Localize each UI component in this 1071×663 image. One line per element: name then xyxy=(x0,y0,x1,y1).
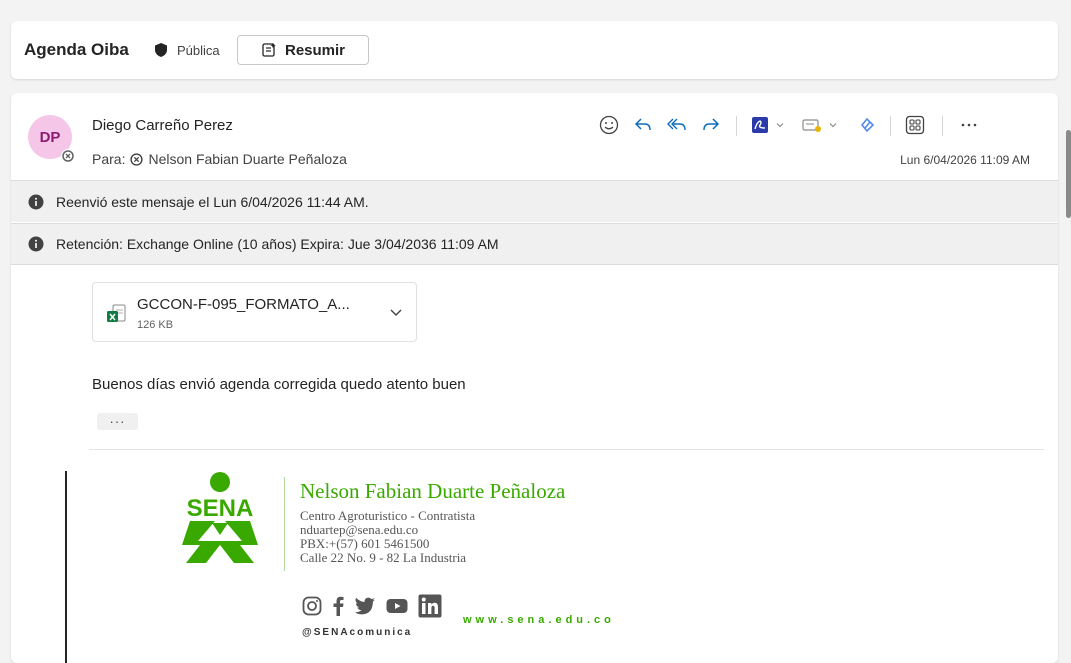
pdf-icon[interactable] xyxy=(748,110,788,140)
apps-icon[interactable] xyxy=(900,110,930,140)
message-date: Lun 6/04/2026 11:09 AM xyxy=(900,153,1030,167)
reply-all-icon[interactable] xyxy=(664,110,690,140)
signature-phone: PBX:+(57) 601 5461500 xyxy=(300,536,430,551)
subject-header: Agenda Oiba Pública Resumir xyxy=(11,21,1058,79)
more-icon[interactable] xyxy=(952,110,986,140)
quote-bar xyxy=(65,471,67,663)
signature-address: Calle 22 No. 9 - 82 La Industria xyxy=(300,550,467,565)
signature-role: Centro Agroturistico - Contratista xyxy=(300,508,476,523)
facebook-icon[interactable] xyxy=(332,596,344,616)
forwarded-banner: Reenvió este mensaje el Lun 6/04/2026 11… xyxy=(11,180,1058,222)
show-more-label: ··· xyxy=(109,414,126,429)
sender-name[interactable]: Diego Carreño Perez xyxy=(92,117,233,134)
to-prefix: Para: xyxy=(92,151,126,167)
summarize-icon xyxy=(262,43,276,57)
forwarded-text: Reenvió este mensaje el Lun 6/04/2026 11… xyxy=(56,193,369,210)
message-body: Buenos días envió agenda corregida quedo… xyxy=(92,376,466,393)
recipients-line: Para: Nelson Fabian Duarte Peñaloza xyxy=(92,151,347,167)
signature-website[interactable]: www.sena.edu.co xyxy=(463,614,615,626)
forward-icon[interactable] xyxy=(698,110,724,140)
youtube-icon[interactable] xyxy=(386,598,408,614)
subject-title: Agenda Oiba xyxy=(24,40,129,59)
divider xyxy=(89,449,1044,450)
social-icons xyxy=(302,594,442,618)
show-more-button[interactable]: ··· xyxy=(97,413,138,430)
info-icon xyxy=(28,236,44,252)
shield-icon xyxy=(155,43,167,57)
reply-icon[interactable] xyxy=(630,110,656,140)
summarize-button[interactable]: Resumir xyxy=(237,35,369,65)
toolbar-separator xyxy=(736,116,737,136)
retention-text: Retención: Exchange Online (10 años) Exp… xyxy=(56,236,499,252)
sena-logo: SENA xyxy=(182,472,258,563)
signature-email[interactable]: nduartep@sena.edu.co xyxy=(300,523,418,537)
loop-icon[interactable] xyxy=(854,110,880,140)
categorize-icon[interactable] xyxy=(798,110,842,140)
message-toolbar xyxy=(596,110,1046,140)
signature-separator xyxy=(284,477,285,571)
recipient-name[interactable]: Nelson Fabian Duarte Peñaloza xyxy=(148,151,346,167)
retention-banner: Retención: Exchange Online (10 años) Exp… xyxy=(11,223,1058,265)
avatar-initials: DP xyxy=(39,128,61,146)
summarize-label: Resumir xyxy=(284,41,346,59)
sensitivity-label[interactable]: Pública xyxy=(177,43,220,58)
linkedin-icon[interactable] xyxy=(418,594,442,618)
signature-handle: @SENAcomunica xyxy=(302,627,413,638)
recipient-status-icon xyxy=(130,152,144,166)
scrollbar-thumb[interactable] xyxy=(1066,130,1071,218)
presence-status-icon xyxy=(61,149,75,163)
toolbar-separator xyxy=(890,116,891,136)
sena-logo-text: SENA xyxy=(187,495,254,522)
info-icon xyxy=(28,194,44,209)
signature-name: Nelson Fabian Duarte Peñaloza xyxy=(300,479,566,503)
excel-file-icon xyxy=(107,304,126,322)
attachment-card[interactable]: GCCON-F-095_FORMATO_A... 126 KB xyxy=(92,282,417,342)
instagram-icon[interactable] xyxy=(302,596,322,616)
toolbar-separator xyxy=(942,116,943,136)
attachment-size: 126 KB xyxy=(137,319,174,331)
top-shade xyxy=(0,0,1071,10)
twitter-icon[interactable] xyxy=(354,597,376,615)
emoji-icon[interactable] xyxy=(596,110,622,140)
message-card: DP Diego Carreño Perez Para: Nelson Fabi… xyxy=(11,93,1058,663)
chevron-down-icon[interactable] xyxy=(388,304,404,320)
attachment-name: GCCON-F-095_FORMATO_A... xyxy=(137,296,350,313)
